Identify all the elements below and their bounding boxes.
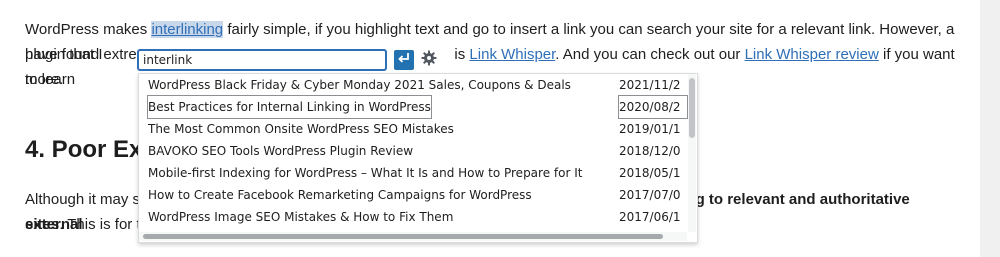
suggestion-title: Best Practices for Internal Linking in W… bbox=[147, 95, 432, 119]
suggestion-date: 2018/12/0 bbox=[619, 144, 681, 158]
gear-icon bbox=[421, 50, 437, 71]
suggestion-row-highlighted[interactable]: Best Practices for Internal Linking in W… bbox=[139, 95, 688, 119]
suggestion-title: How to Create Facebook Remarketing Campa… bbox=[148, 188, 532, 202]
suggestion-row[interactable]: BAVOKO SEO Tools WordPress Plugin Review… bbox=[139, 140, 687, 162]
paragraph-1-line-2-mid: is bbox=[450, 46, 470, 63]
suggestion-title: BAVOKO SEO Tools WordPress Plugin Review bbox=[148, 144, 414, 158]
suggestion-title: The Most Common Onsite WordPress SEO Mis… bbox=[148, 122, 454, 136]
suggestion-date: 2017/07/0 bbox=[619, 188, 681, 202]
suggestion-date: 2020/08/2 bbox=[618, 95, 688, 119]
link-popover bbox=[136, 45, 448, 75]
paragraph-1-line-2-start: have found extrem bbox=[25, 46, 150, 63]
suggestion-row[interactable]: WordPress Image SEO Mistakes & How to Fi… bbox=[139, 206, 687, 228]
suggestion-date: 2017/06/1 bbox=[619, 210, 681, 224]
vertical-scrollbar-thumb[interactable] bbox=[689, 78, 695, 138]
paragraph-2-bold-sites: sites bbox=[25, 216, 60, 233]
suggestion-date: 2021/11/2 bbox=[619, 78, 681, 92]
link-settings-button[interactable] bbox=[419, 50, 439, 70]
paragraph-1-text: WordPress makes bbox=[25, 21, 152, 38]
horizontal-scrollbar-thumb[interactable] bbox=[143, 234, 663, 239]
suggestion-title: WordPress Black Friday & Cyber Monday 20… bbox=[148, 78, 571, 92]
suggestion-row[interactable]: The Most Common Onsite WordPress SEO Mis… bbox=[139, 118, 687, 140]
paragraph-1-line-3-text: more. bbox=[25, 71, 64, 88]
apply-link-button[interactable] bbox=[394, 50, 414, 70]
link-search-input[interactable] bbox=[138, 50, 386, 70]
link-suggestions-dropdown[interactable]: WordPress Black Friday & Cyber Monday 20… bbox=[138, 73, 698, 243]
post-editor[interactable]: WordPress makes interlinking fairly simp… bbox=[0, 0, 980, 257]
paragraph-1-line-2-mid2: . And you can check out our bbox=[555, 46, 745, 63]
selected-text[interactable]: interlinking bbox=[151, 21, 224, 38]
suggestion-title: WordPress Image SEO Mistakes & How to Fi… bbox=[148, 210, 454, 224]
section-heading[interactable]: 4. Poor Ext bbox=[25, 134, 150, 166]
suggestion-row[interactable]: Mobile-first Indexing for WordPress – Wh… bbox=[139, 162, 687, 184]
horizontal-scrollbar[interactable] bbox=[139, 232, 687, 241]
suggestion-row[interactable]: WordPress Black Friday & Cyber Monday 20… bbox=[139, 74, 687, 96]
suggestion-row[interactable]: How to Create Facebook Remarketing Campa… bbox=[139, 184, 687, 206]
link-whisper-link[interactable]: Link Whisper bbox=[469, 46, 555, 63]
link-whisper-review-link[interactable]: Link Whisper review bbox=[745, 46, 879, 63]
suggestion-title: Mobile-first Indexing for WordPress – Wh… bbox=[148, 166, 583, 180]
editor-gutter bbox=[980, 0, 1000, 257]
suggestion-date: 2019/01/1 bbox=[619, 122, 681, 136]
paragraph-2-line-1-start: Although it may se bbox=[25, 191, 149, 208]
enter-arrow-icon bbox=[397, 51, 411, 70]
suggestion-date: 2018/05/1 bbox=[619, 166, 681, 180]
vertical-scrollbar[interactable] bbox=[688, 74, 696, 232]
